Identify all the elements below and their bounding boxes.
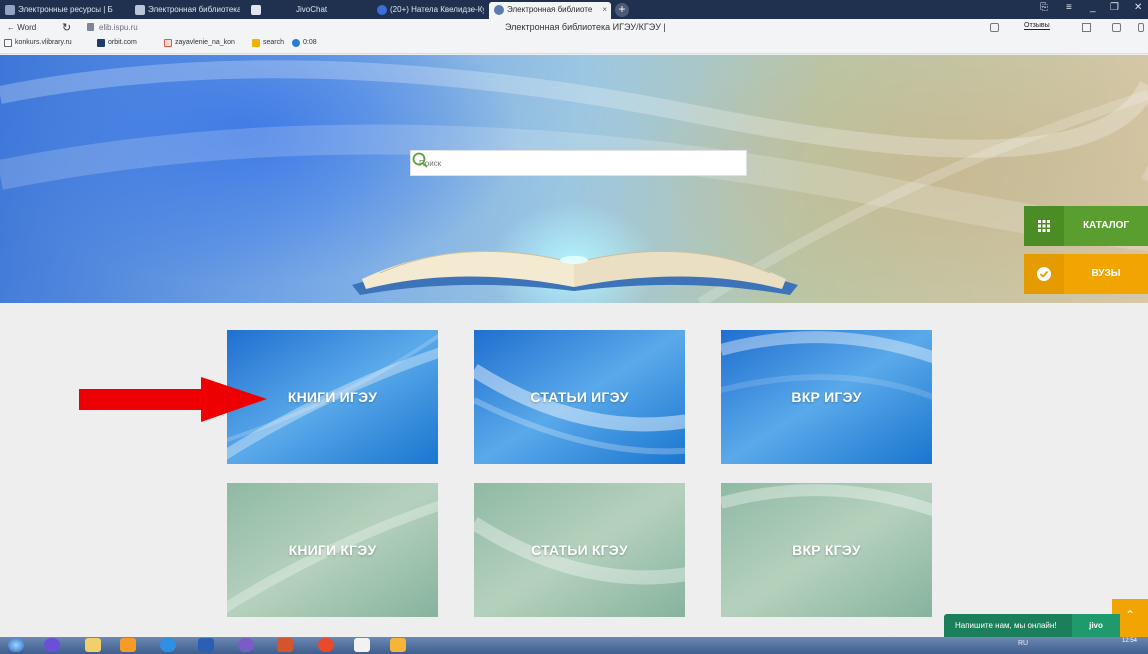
catalog-label: КАТАЛОГ [1082,220,1130,231]
tab-jivochat[interactable]: JivoChat [278,2,368,19]
alice-icon[interactable] [44,638,60,652]
tile-label: КНИГИ ИГЭУ [287,389,378,405]
chevron-up-icon: ⌃ [1124,608,1136,622]
search-icon[interactable] [411,151,429,169]
bookmark-label: zayavlenie_na_kon [175,39,235,46]
tab-label: (20+) Натела Квелидзе-Ку [390,5,484,14]
windows-taskbar: RU 12:54 [0,637,1148,654]
close-window-icon[interactable]: ✕ [1134,2,1142,13]
tab-electronic-library[interactable]: Электронная библиотека [130,2,240,19]
folder-icon[interactable] [85,638,101,652]
tab-menu-icon[interactable]: ⎘ [1040,2,1048,13]
tab-label: JivoChat [296,5,328,14]
bookmark-orbit[interactable]: orbit.com [97,39,137,47]
tile-theses-igeu[interactable]: ВКР ИГЭУ [721,330,932,464]
catalog-button[interactable]: КАТАЛОГ [1024,206,1148,246]
tile-books-kgeu[interactable]: КНИГИ КГЭУ [227,483,438,617]
bookmark-time[interactable]: 0:08 [292,39,317,47]
download-icon[interactable] [1138,23,1144,32]
tile-label: ВКР КГЭУ [792,542,861,558]
language-indicator[interactable]: RU [1018,640,1028,647]
tile-label: ВКР ИГЭУ [791,389,862,405]
restore-icon[interactable]: ❐ [1110,2,1119,13]
open-book-illustration [0,60,1148,303]
search-input[interactable] [411,151,711,175]
cleaner-icon[interactable] [390,638,406,652]
app-icon [251,5,261,15]
chat-widget[interactable]: Напишите нам, мы онлайн! jivo [944,614,1120,637]
orbit-icon [97,39,105,47]
facebook-icon [377,5,387,15]
tile-theses-kgeu[interactable]: ВКР КГЭУ [721,483,932,617]
page-title: Электронная библиотека ИГЭУ/КГЭУ | [505,22,666,32]
tile-articles-igeu[interactable]: СТАТЬИ ИГЭУ [474,330,685,464]
check-circle-icon [1024,254,1064,294]
universities-label: ВУЗЫ [1091,268,1121,279]
media-icon[interactable] [120,638,136,652]
yandex-browser-icon[interactable] [354,638,370,652]
internet-explorer-icon[interactable] [160,638,176,652]
reviews-button[interactable]: Отзывы [1024,22,1050,30]
hero-banner: КАТАЛОГ ВУЗЫ [0,55,1148,303]
translate-icon[interactable] [990,23,999,32]
minimize-icon[interactable]: _ [1090,2,1096,13]
globe-icon [494,5,504,15]
search-icon [252,39,260,47]
lock-icon [87,23,94,31]
grid-icon [1024,206,1064,246]
tab-active-library[interactable]: Электронная библиоте × [489,2,611,19]
clock-icon [292,39,300,47]
back-button[interactable]: ← Word [7,23,36,32]
powerpoint-icon[interactable] [277,638,293,652]
url-field[interactable]: elib.ispu.ru [99,23,138,32]
tab-label: Электронная библиотека [148,5,240,14]
tile-label: СТАТЬИ ИГЭУ [530,389,629,405]
tab-label: Электронные ресурсы | Б [18,5,113,14]
system-clock[interactable]: 12:54 [1122,637,1137,645]
word-icon[interactable] [198,638,214,652]
viber-icon[interactable] [238,638,254,652]
chrome-icon[interactable] [318,638,334,652]
tile-label: СТАТЬИ КГЭУ [531,542,628,558]
chat-message: Напишите нам, мы онлайн! [955,621,1057,630]
bookmark-zayavlenie[interactable]: zayavlenie_na_kon [164,39,235,47]
yandex-icon [164,39,172,47]
page-icon [4,39,12,47]
library-icon [135,5,145,15]
extensions-icon[interactable] [1112,23,1121,32]
bookmark-icon[interactable] [1082,23,1091,32]
tab-app[interactable] [246,2,276,19]
tile-articles-kgeu[interactable]: СТАТЬИ КГЭУ [474,483,685,617]
new-tab-button[interactable]: + [615,3,629,17]
globe-icon [5,5,15,15]
bookmark-konkurs[interactable]: konkurs.vlibrary.ru [4,39,72,47]
browser-tab-strip: Электронные ресурсы | Б Электронная библ… [0,0,1148,19]
jivo-logo: jivo [1072,614,1120,637]
red-arrow-annotation [79,377,267,422]
universities-button[interactable]: ВУЗЫ [1024,254,1148,294]
tab-electronic-resources[interactable]: Электронные ресурсы | Б [0,2,122,19]
tab-label: Электронная библиоте [507,5,593,14]
close-tab-icon[interactable]: × [602,2,607,17]
bookmark-label: 0:08 [303,39,317,46]
bookmark-search[interactable]: search [252,39,285,47]
tile-label: КНИГИ КГЭУ [288,542,377,558]
search-bar [410,150,747,176]
reload-icon[interactable]: ↻ [62,21,71,34]
start-button-icon[interactable] [8,638,24,652]
bookmark-label: search [263,39,285,46]
tab-facebook[interactable]: (20+) Натела Квелидзе-Ку [372,2,484,19]
menu-icon[interactable]: ≡ [1066,2,1072,13]
bookmark-label: konkurs.vlibrary.ru [15,39,72,46]
bookmark-label: orbit.com [108,39,137,46]
address-bar-row: ← Word ↻ elib.ispu.ru Электронная библио… [0,19,1148,54]
